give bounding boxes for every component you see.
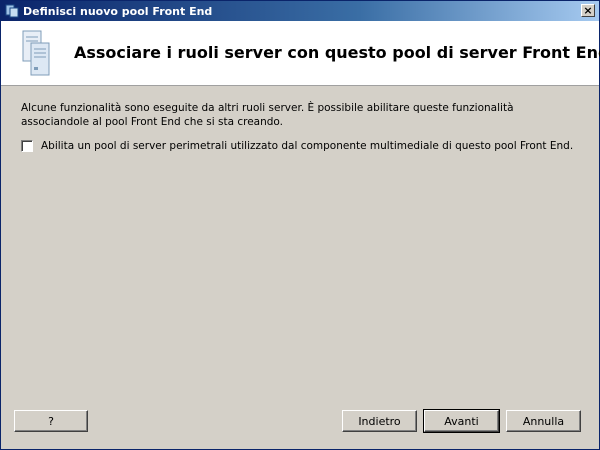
cancel-button[interactable]: Annulla	[506, 410, 581, 432]
app-icon	[5, 4, 19, 18]
description-text: Alcune funzionalità sono eseguite da alt…	[21, 102, 514, 128]
edge-pool-checkbox-label[interactable]: Abilita un pool di server perimetrali ut…	[41, 140, 573, 152]
page-title: Associare i ruoli server con questo pool…	[74, 43, 600, 62]
close-button[interactable]: ×	[581, 4, 595, 17]
window-title: Definisci nuovo pool Front End	[23, 4, 213, 18]
back-button[interactable]: Indietro	[342, 410, 417, 432]
help-button[interactable]: ?	[14, 410, 88, 432]
title-bar[interactable]: Definisci nuovo pool Front End ×	[1, 1, 599, 21]
edge-pool-checkbox[interactable]	[21, 140, 33, 152]
close-icon: ×	[583, 4, 593, 17]
wizard-header: Associare i ruoli server con questo pool…	[1, 21, 600, 86]
server-pool-icon	[22, 30, 50, 76]
dialog-window: Definisci nuovo pool Front End × Associa…	[0, 0, 600, 450]
next-button[interactable]: Avanti	[423, 409, 500, 433]
edge-pool-option[interactable]: Abilita un pool di server perimetrali ut…	[21, 140, 573, 152]
